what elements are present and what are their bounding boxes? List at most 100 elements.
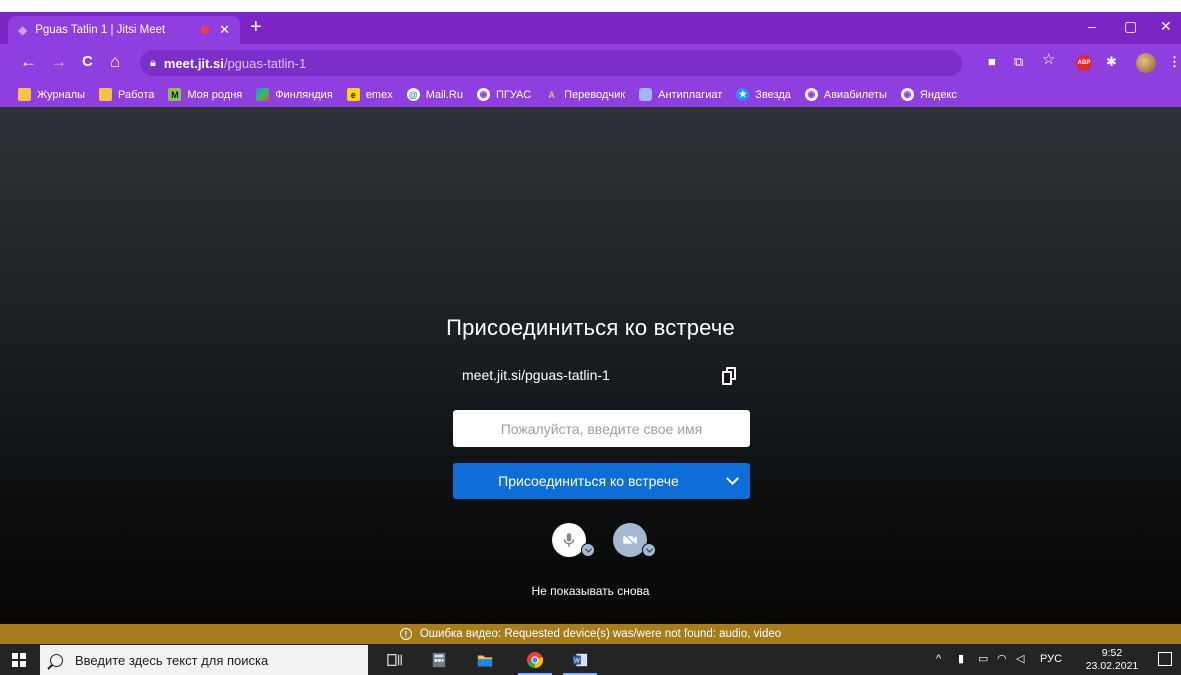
bookmark-item[interactable]: Финляндия	[256, 88, 333, 101]
globe-icon: ◉	[477, 88, 490, 101]
tray-usb-icon[interactable]: ▮	[958, 651, 964, 667]
taskbar-search[interactable]: Введите здесь текст для поиска	[40, 645, 368, 675]
shield-icon	[639, 88, 653, 101]
new-tab-button[interactable]: +	[250, 17, 262, 37]
windows-start-icon[interactable]	[12, 653, 26, 667]
error-banner: ! Ошибка видео: Requested device(s) was/…	[0, 624, 1181, 644]
join-button-label: Присоединиться ко встрече	[498, 473, 679, 489]
volume-icon[interactable]: ◁	[1016, 651, 1024, 667]
extensions-icon[interactable]: ✱	[1106, 54, 1117, 70]
bookmark-item[interactable]: Журналы	[18, 88, 85, 101]
clock-date: 23.02.2021	[1085, 660, 1139, 672]
emex-icon: e	[346, 88, 360, 101]
bookmark-label: Журналы	[37, 88, 86, 101]
recording-indicator-icon	[201, 26, 210, 34]
close-window-button[interactable]: ✕	[1160, 18, 1172, 34]
windows-taskbar: Введите здесь текст для поиска W ^ ▮ ▭ ◠…	[0, 644, 1181, 675]
battery-icon[interactable]: ▭	[978, 651, 988, 667]
bookmark-item[interactable]: Работа	[99, 88, 154, 101]
globe-icon: ◉	[900, 88, 914, 101]
url-path: /pguas-tatlin-1	[223, 55, 307, 71]
search-icon	[50, 653, 63, 667]
browser-tab[interactable]: ◆ Pguas Tatlin 1 | Jitsi Meet ✕	[8, 16, 240, 44]
bookmark-label: emex	[365, 88, 393, 101]
restore-button[interactable]: ▢	[1124, 18, 1137, 34]
tab-close-icon[interactable]: ✕	[219, 22, 230, 38]
bookmark-item[interactable]: A Переводчик	[545, 88, 625, 101]
bookmark-star-icon[interactable]: ☆	[1042, 52, 1055, 68]
bookmark-label: Звезда	[755, 88, 791, 101]
green-icon: M	[168, 88, 182, 101]
camera-icon[interactable]: ■	[988, 54, 996, 70]
error-text: Ошибка видео: Requested device(s) was/we…	[419, 628, 782, 640]
word-icon[interactable]: W	[563, 651, 597, 675]
bookmark-label: ПГУАС	[496, 88, 532, 101]
bookmark-label: Финляндия	[275, 88, 333, 101]
jitsi-prejoin-screen: Присоединиться ко встрече meet.jit.si/pg…	[0, 107, 1181, 624]
camera-options-icon[interactable]	[642, 543, 656, 557]
menu-icon[interactable]: ⋮	[1168, 54, 1181, 70]
taskbar-search-placeholder: Введите здесь текст для поиска	[75, 652, 269, 668]
bookmark-item[interactable]: @ Mail.Ru	[406, 88, 463, 101]
chevron-down-icon[interactable]	[714, 463, 750, 499]
address-bar[interactable]: 🔒︎ meet.jit.si /pguas-tatlin-1	[140, 50, 962, 76]
task-view-icon[interactable]	[386, 651, 404, 669]
bookmark-item[interactable]: ★ Звезда	[736, 88, 791, 101]
map-icon	[256, 88, 270, 101]
bookmark-label: Авиабилеты	[823, 88, 887, 101]
copy-icon[interactable]	[722, 367, 736, 385]
jitsi-favicon-icon: ◆	[18, 23, 28, 37]
adblock-icon[interactable]: ABP	[1076, 55, 1092, 71]
window-frame	[0, 0, 1181, 12]
bookmark-label: Антиплагиат	[658, 88, 723, 101]
microphone-options-icon[interactable]	[581, 543, 595, 557]
bookmark-label: Переводчик	[564, 88, 626, 101]
system-clock[interactable]: 9:52 23.02.2021	[1084, 647, 1140, 673]
folder-icon	[18, 88, 31, 101]
bookmark-label: Яндекс	[919, 88, 957, 101]
home-button[interactable]: ⌂	[110, 53, 120, 71]
clock-time: 9:52	[1101, 647, 1123, 659]
svg-text:W: W	[574, 658, 580, 665]
bookmark-item[interactable]: M Моя родня	[168, 88, 242, 101]
bookmark-item[interactable]: ◉ Яндекс	[900, 88, 957, 101]
mail-icon: @	[406, 88, 420, 101]
reload-button[interactable]: C	[82, 53, 93, 71]
forward-button[interactable]: →	[50, 53, 67, 71]
bookmarks-bar: Журналы Работа M Моя родня Финляндия e emex @ Ma…	[0, 82, 1181, 107]
trans-icon: A	[548, 89, 555, 100]
lock-icon: 🔒︎	[150, 56, 156, 69]
browser-toolbar: ← → C ⌂ 🔒︎ meet.jit.si /pguas-tatlin-1 ■…	[0, 44, 1181, 82]
notifications-icon[interactable]	[1158, 652, 1172, 666]
bookmark-label: Mail.Ru	[425, 88, 463, 101]
info-icon: !	[399, 628, 412, 640]
tab-bar: ◆ Pguas Tatlin 1 | Jitsi Meet ✕ + – ▢ ✕	[0, 12, 1181, 44]
back-button[interactable]: ←	[20, 53, 37, 71]
bookmark-label: Моя родня	[187, 88, 243, 101]
minimize-button[interactable]: –	[1088, 18, 1096, 34]
folder-icon	[99, 88, 113, 101]
calculator-icon[interactable]	[430, 651, 448, 669]
bookmark-label: Работа	[118, 88, 155, 101]
join-meeting-button[interactable]: Присоединиться ко встрече	[453, 463, 750, 499]
dont-show-again-checkbox[interactable]: Не показывать снова	[0, 584, 1181, 598]
bookmark-item[interactable]: ◉ Авиабилеты	[804, 88, 887, 101]
microphone-icon	[563, 533, 575, 547]
camera-off-icon	[623, 533, 637, 547]
tray-expand-icon[interactable]: ^	[936, 651, 941, 667]
bookmark-item[interactable]: Антиплагиат	[639, 88, 722, 101]
chrome-icon[interactable]	[518, 651, 552, 675]
name-input[interactable]	[453, 410, 750, 447]
star-icon: ★	[736, 88, 750, 101]
language-indicator[interactable]: РУС	[1040, 651, 1062, 667]
tab-title: Pguas Tatlin 1 | Jitsi Meet	[35, 24, 166, 36]
meeting-url: meet.jit.si/pguas-tatlin-1	[462, 367, 610, 383]
bookmark-item[interactable]: ◉ ПГУАС	[477, 88, 531, 101]
profile-avatar[interactable]	[1136, 53, 1156, 73]
install-app-icon[interactable]: ⧉	[1014, 54, 1023, 70]
wifi-icon[interactable]: ◠	[997, 651, 1007, 667]
bookmark-item[interactable]: e emex	[346, 88, 393, 101]
url-host: meet.jit.si	[163, 55, 224, 71]
globe-icon: ◉	[804, 88, 818, 101]
file-explorer-icon[interactable]	[476, 651, 494, 669]
